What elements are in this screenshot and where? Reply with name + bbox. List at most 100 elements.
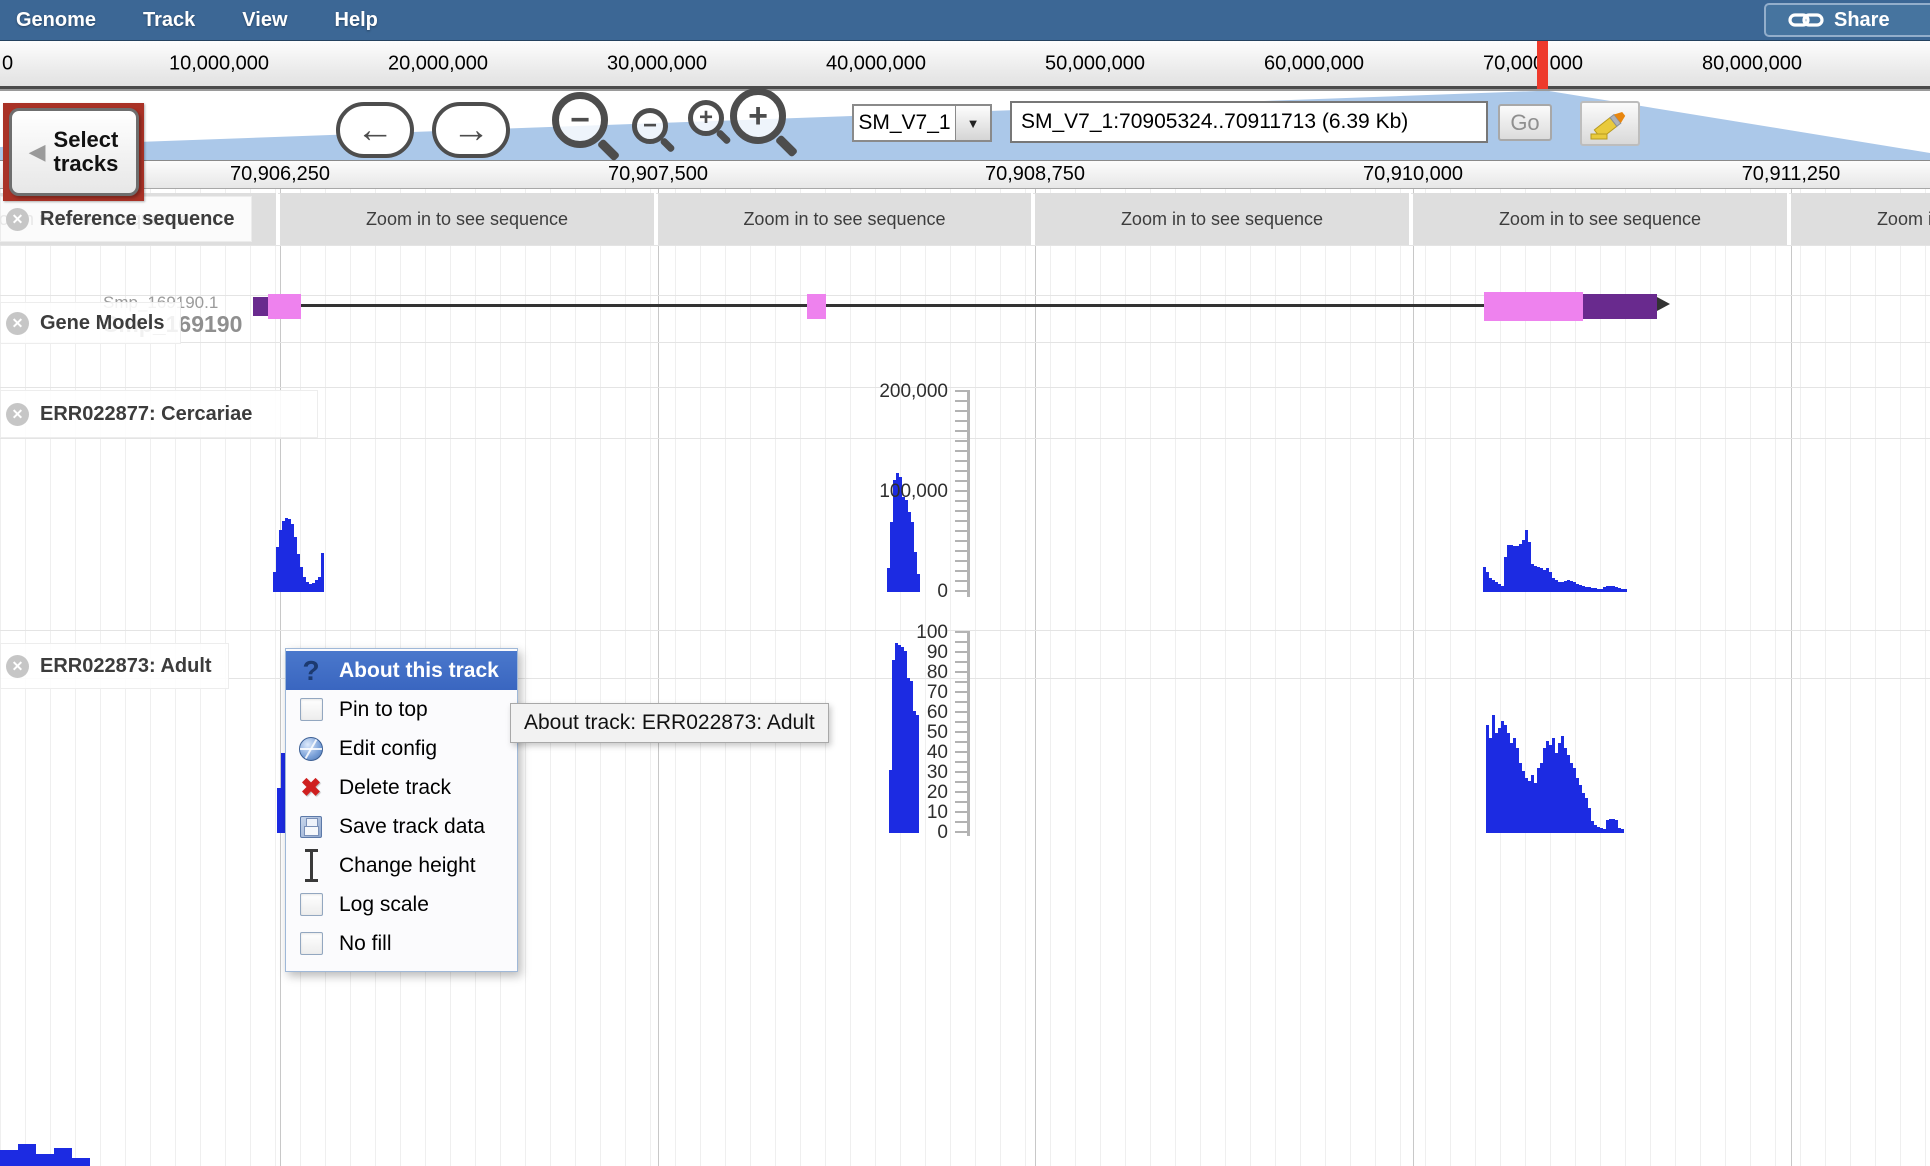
- select-tracks-button[interactable]: ◀ Select tracks: [8, 108, 139, 196]
- globe-icon: [296, 736, 326, 761]
- horizontal-gridline: [0, 342, 1930, 343]
- detail-ruler-label: 70,907,500: [607, 163, 709, 185]
- coverage-bar: [36, 1154, 54, 1166]
- context-menu-item-label: Delete track: [339, 775, 452, 799]
- context-menu-item-label: Pin to top: [339, 697, 428, 721]
- menubar-item-view[interactable]: View: [242, 9, 287, 32]
- context-menu-item-log-scale[interactable]: Log scale: [286, 885, 517, 924]
- scale-ruler: [955, 631, 970, 836]
- menubar-item-track[interactable]: Track: [143, 9, 195, 32]
- horizontal-gridline: [0, 387, 1930, 388]
- save-icon: [296, 815, 326, 838]
- magnifier-minus-icon: −: [552, 92, 608, 148]
- coverage-bar: [1621, 829, 1624, 833]
- scale-tick-label: 100: [916, 622, 948, 643]
- zoom-in-large-button[interactable]: +: [730, 88, 799, 158]
- refseq-block: Zoom in to see sequence: [1413, 193, 1789, 245]
- context-menu-item-pin-to-top[interactable]: Pin to top: [286, 690, 517, 729]
- context-menu-item-label: Edit config: [339, 736, 438, 760]
- context-menu-item-label: About this track: [339, 658, 499, 682]
- left-triangle-icon: ◀: [28, 139, 46, 164]
- overview-ruler[interactable]: 0 10,000,000 20,000,000 30,000,000 40,000,00…: [0, 41, 1930, 89]
- context-menu-item-label: Log scale: [339, 892, 429, 916]
- horizontal-gridline: [0, 245, 1930, 246]
- pan-right-button[interactable]: →: [432, 102, 510, 158]
- coverage-bar: [321, 553, 324, 592]
- gene-exon[interactable]: [1484, 292, 1583, 321]
- detail-ruler[interactable]: 70,906,250 70,907,500 70,908,750 70,910,000…: [0, 160, 1930, 189]
- overview-ruler-label: 20,000,000: [387, 52, 489, 74]
- link-icon: [1788, 13, 1824, 27]
- detail-ruler-label: 70,906,250: [229, 163, 331, 185]
- close-track-icon[interactable]: ✕: [6, 311, 29, 335]
- chromosome-value[interactable]: SM_V7_1: [852, 104, 956, 142]
- refseq-block: Zoom in to see sequence: [1035, 193, 1411, 245]
- highlight-region-button[interactable]: [1580, 101, 1640, 146]
- zoom-out-small-button[interactable]: −: [632, 108, 676, 154]
- track-label-cercariae[interactable]: ✕ ERR022877: Cercariae: [0, 390, 318, 438]
- menubar-item-help[interactable]: Help: [335, 9, 378, 32]
- select-tracks-highlight-frame: ◀ Select tracks: [3, 103, 144, 201]
- close-track-icon[interactable]: ✕: [6, 207, 29, 231]
- track-label-text: ERR022873: Adult: [40, 654, 212, 677]
- overview-position-marker: [1537, 41, 1548, 89]
- coverage-bar: [917, 574, 920, 592]
- context-menu-item-delete-track[interactable]: ✖ Delete track: [286, 768, 517, 807]
- context-menu-item-no-fill[interactable]: No fill: [286, 924, 517, 963]
- globe-icon: [299, 736, 323, 761]
- zoom-out-large-button[interactable]: −: [552, 92, 621, 162]
- gene-exon[interactable]: [807, 294, 826, 319]
- detail-ruler-label: 70,911,250: [1741, 163, 1841, 185]
- overview-ruler-label: 10,000,000: [168, 52, 270, 74]
- context-menu-item-change-height[interactable]: Change height: [286, 846, 517, 885]
- checkbox-icon: [296, 893, 326, 916]
- checkbox[interactable]: [299, 698, 323, 721]
- refseq-block: Zoom in to see sequence: [1791, 193, 1930, 245]
- menubar-item-genome[interactable]: Genome: [16, 9, 96, 32]
- select-tracks-label: Select tracks: [53, 127, 119, 176]
- scale-tick-label: 20: [926, 782, 948, 803]
- scale-tick-label: 100,000: [879, 481, 948, 502]
- gene-exon[interactable]: [268, 294, 301, 319]
- toolbar-divider: [0, 89, 1930, 91]
- height-icon: [296, 849, 326, 882]
- tooltip: About track: ERR022873: Adult: [510, 703, 829, 743]
- context-menu-item-save-track-data[interactable]: Save track data: [286, 807, 517, 846]
- reference-sequence-track: Zoom in to see sequence Zoom in to see se…: [0, 193, 1930, 245]
- context-menu-item-about-this-track[interactable]: ? About this track: [286, 651, 517, 690]
- share-button[interactable]: Share: [1764, 3, 1930, 37]
- gene-exon[interactable]: [1583, 294, 1657, 319]
- overview-ruler-label: 40,000,000: [825, 52, 927, 74]
- pan-left-button[interactable]: ←: [336, 102, 414, 158]
- context-menu-item-edit-config[interactable]: Edit config: [286, 729, 517, 768]
- track-label-adult[interactable]: ✕ ERR022873: Adult: [0, 643, 229, 689]
- overview-ruler-label: 60,000,000: [1263, 52, 1365, 74]
- coverage-bar: [18, 1144, 36, 1166]
- chromosome-dropdown-button[interactable]: ▼: [956, 104, 992, 142]
- location-input[interactable]: SM_V7_1:70905324..70911713 (6.39 Kb): [1010, 101, 1488, 143]
- track-label-reference-sequence[interactable]: ✕ Reference sequence: [0, 196, 252, 242]
- scale-tick-label: 0: [937, 822, 948, 843]
- checkbox[interactable]: [299, 932, 323, 955]
- close-track-icon[interactable]: ✕: [6, 654, 29, 678]
- zoom-in-small-button[interactable]: +: [688, 100, 732, 146]
- scale-ruler: [955, 390, 970, 597]
- checkbox-icon: [296, 698, 326, 721]
- close-track-icon[interactable]: ✕: [6, 402, 29, 426]
- scale-tick-label: 50: [926, 722, 948, 743]
- checkbox-icon: [296, 932, 326, 955]
- coverage-bar: [0, 1150, 18, 1166]
- gene-exon[interactable]: [253, 297, 268, 316]
- checkbox[interactable]: [299, 893, 323, 916]
- coverage-bar: [916, 715, 919, 833]
- overview-ruler-label: 70,000,000: [1482, 52, 1584, 74]
- refseq-block: Zoom in to see sequence: [658, 193, 1033, 245]
- scale-tick-label: 60: [926, 702, 948, 723]
- genome-browser-window: Genome Track View Help Share 0 10,000,000 20,…: [0, 0, 1930, 1166]
- go-button[interactable]: Go: [1498, 104, 1552, 141]
- track-label-gene-models[interactable]: ✕ Gene Models: [0, 302, 182, 344]
- coverage-bar: [54, 1148, 72, 1166]
- gene-model-line: [255, 304, 1657, 307]
- track-label-text: Gene Models: [40, 311, 165, 334]
- coverage-bar: [1624, 589, 1627, 592]
